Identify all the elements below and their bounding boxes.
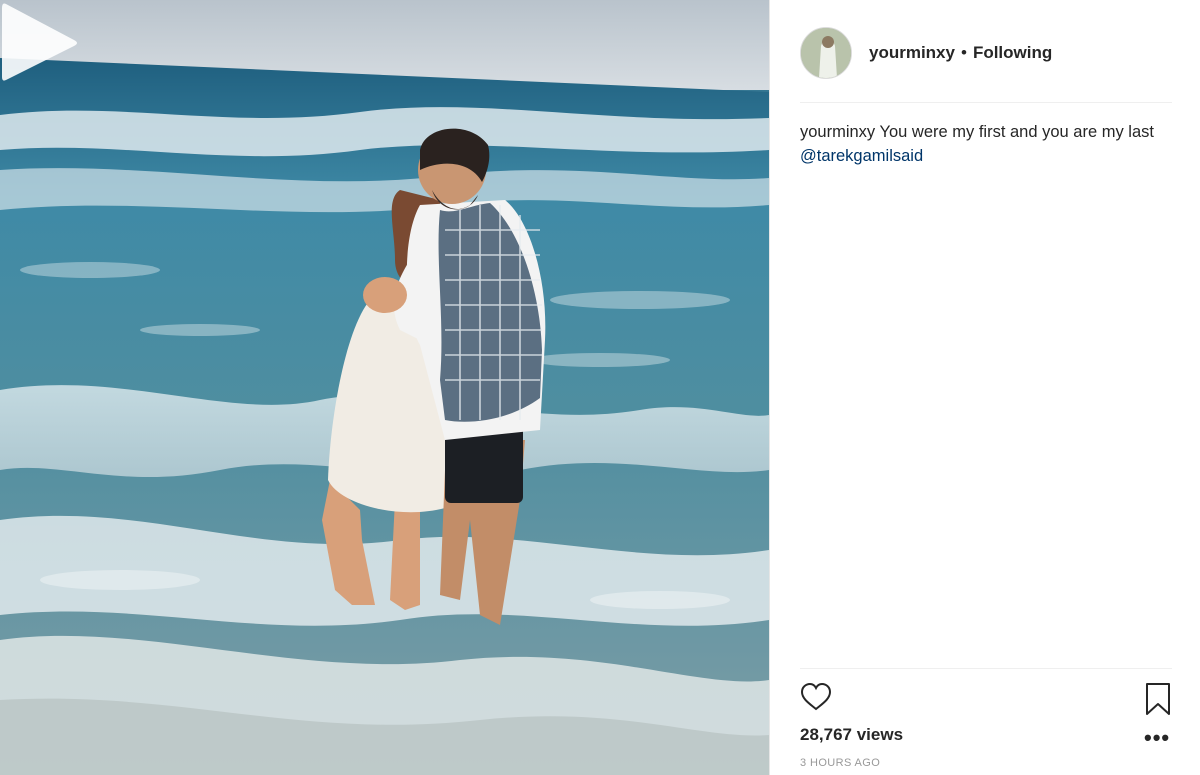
panel-divider: [769, 0, 770, 775]
avatar[interactable]: [800, 27, 852, 79]
mention-link[interactable]: @tarekgamilsaid: [800, 147, 923, 165]
post-timestamp: 3 HOURS AGO: [800, 757, 881, 769]
post-video[interactable]: [0, 0, 769, 775]
following-button[interactable]: Following: [973, 43, 1052, 62]
caption-text: You were my first and you are my last: [875, 123, 1154, 141]
view-count: 28,767 views: [800, 725, 904, 744]
more-options-icon[interactable]: •••: [1144, 727, 1170, 749]
play-icon[interactable]: [0, 0, 80, 84]
username-link[interactable]: yourminxy: [869, 43, 955, 62]
action-bar: [800, 680, 1172, 718]
caption-username-link[interactable]: yourminxy: [800, 123, 875, 141]
bookmark-icon[interactable]: [1144, 682, 1172, 716]
actions-divider: [800, 668, 1172, 669]
header-divider: [800, 102, 1172, 103]
post-caption: yourminxy You were my first and you are …: [800, 120, 1172, 168]
post-header: yourminxy • Following: [800, 27, 1172, 79]
avatar-image: [801, 28, 851, 78]
separator-dot: •: [960, 43, 967, 62]
beach-scene-image: [0, 0, 769, 775]
heart-icon[interactable]: [800, 682, 832, 712]
